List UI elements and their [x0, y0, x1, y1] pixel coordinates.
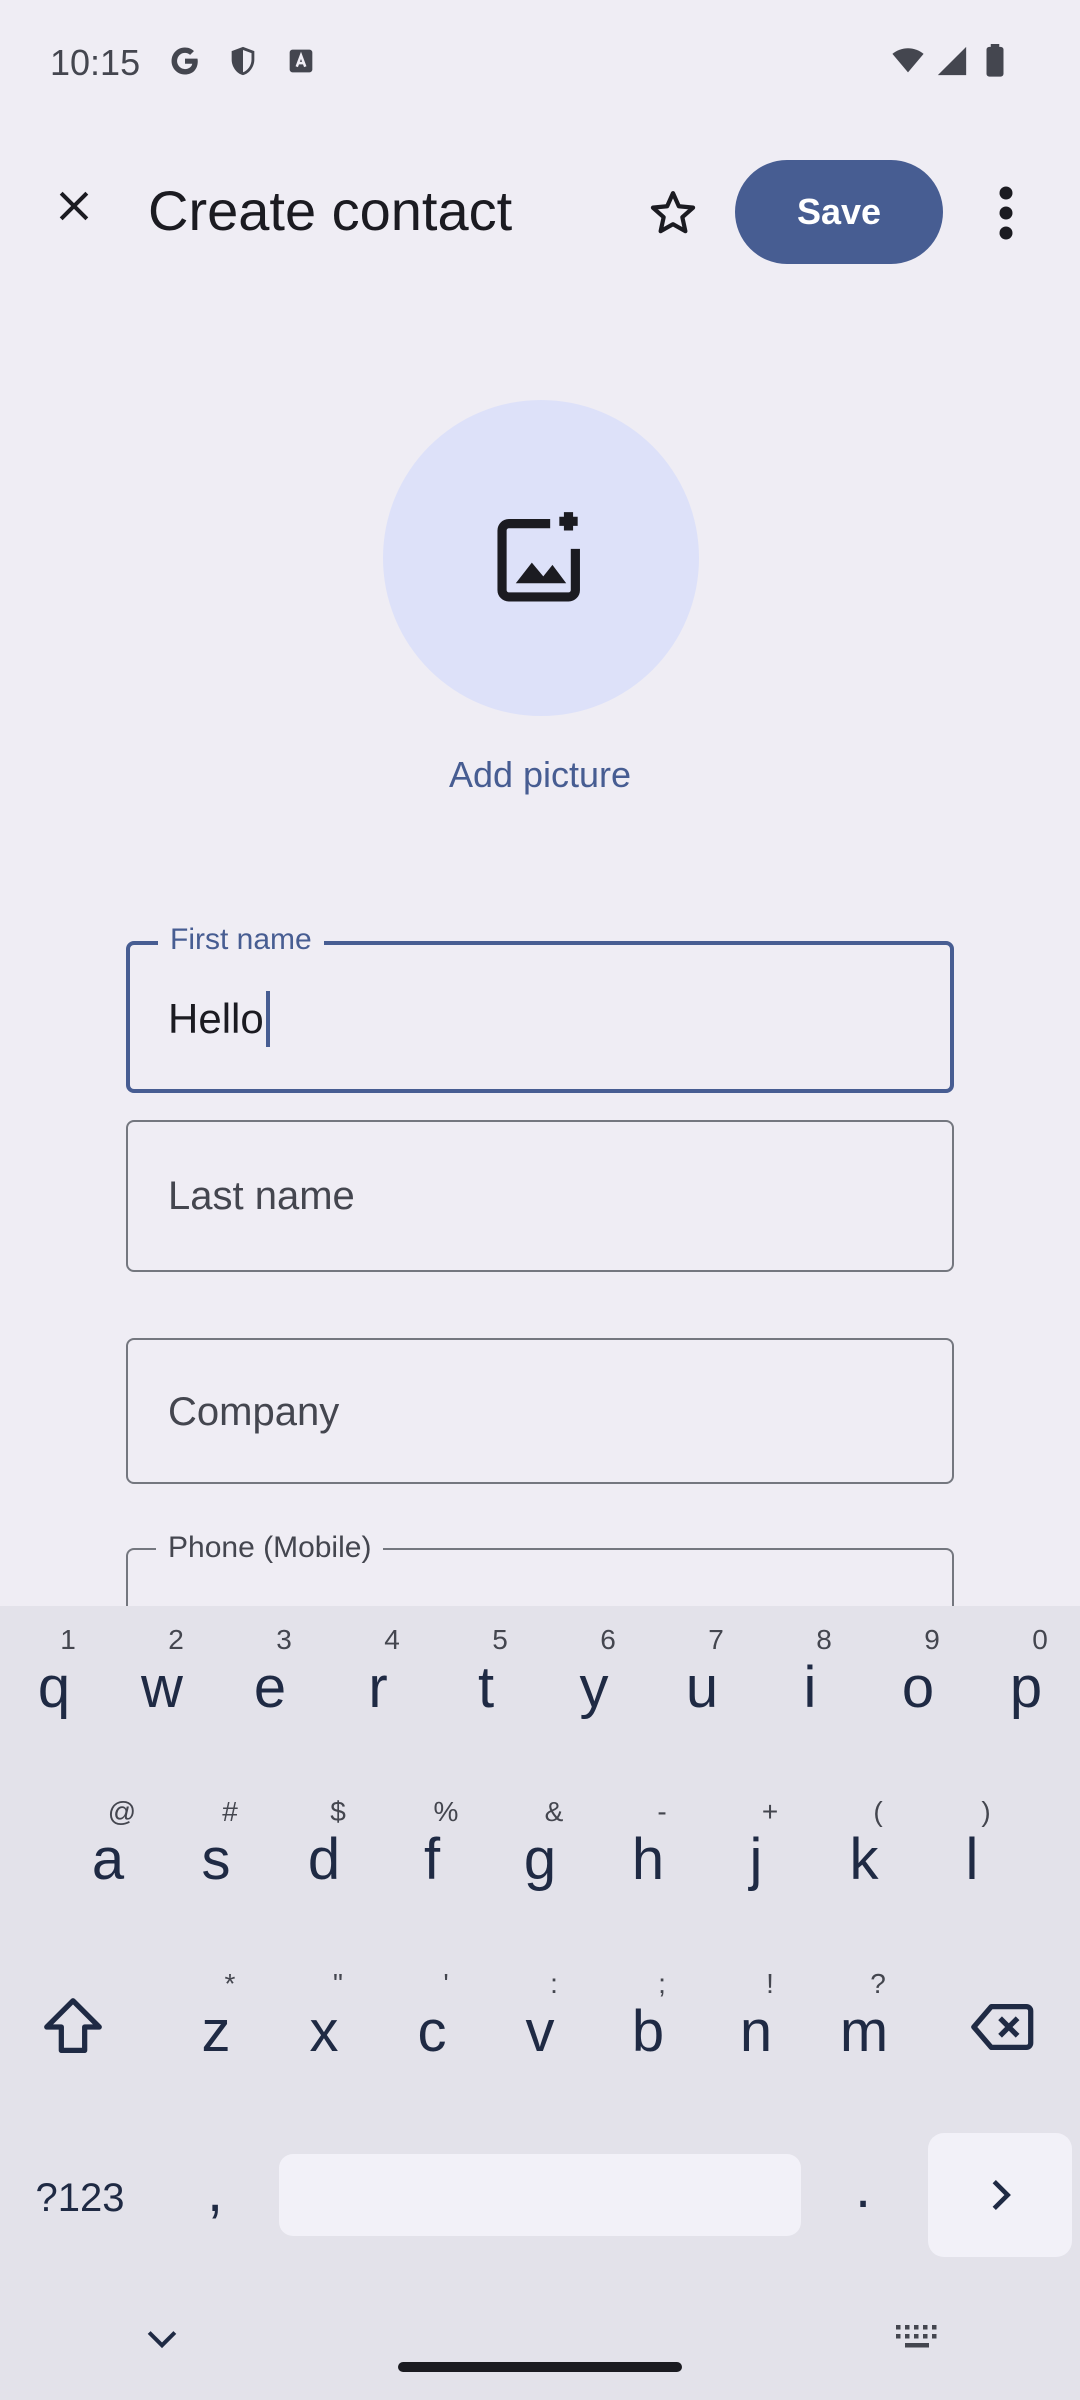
symbols-key[interactable]: ?123	[20, 2176, 140, 2221]
backspace-key[interactable]	[968, 1992, 1038, 2067]
key-label: j	[749, 1827, 763, 1892]
more-vert-icon	[999, 186, 1013, 240]
key-label: n	[739, 1999, 773, 2064]
key-hint: ;	[658, 1968, 666, 1999]
keyboard-icon	[896, 2325, 937, 2348]
company-field[interactable]: Company	[126, 1338, 954, 1484]
key-x[interactable]: " x	[270, 1606, 378, 2064]
shield-icon	[231, 46, 255, 76]
google-icon	[171, 47, 198, 75]
key-label: m	[839, 1999, 889, 2064]
battery-icon	[986, 44, 1004, 77]
comma-key[interactable]: ,	[190, 2158, 240, 2225]
shift-key[interactable]	[38, 1992, 108, 2067]
more-options-button[interactable]	[984, 180, 1028, 246]
key-hint: %	[433, 1796, 459, 1827]
chevron-down-icon	[147, 2331, 177, 2349]
close-icon	[59, 191, 89, 221]
space-key[interactable]	[279, 2154, 801, 2236]
key-hint: "	[333, 1968, 343, 1999]
add-photo-icon	[497, 512, 580, 602]
phone-label: Phone (Mobile)	[156, 1531, 384, 1565]
key-hint: (	[873, 1796, 883, 1827]
shift-icon	[44, 1998, 102, 2053]
first-name-value: Hello	[168, 990, 270, 1047]
key-hint: #	[222, 1796, 238, 1827]
key-z[interactable]: * z	[162, 1606, 270, 2064]
close-button[interactable]	[44, 176, 104, 236]
key-m[interactable]: ? m	[810, 1606, 918, 2064]
key-hint: $	[330, 1796, 346, 1827]
key-b[interactable]: ; b	[594, 1606, 702, 2064]
avatar-add-picture[interactable]	[383, 400, 699, 716]
first-name-label: First name	[158, 923, 324, 957]
last-name-field[interactable]: Last name	[126, 1120, 954, 1272]
key-v[interactable]: :v	[486, 1606, 594, 2064]
key-label: l	[965, 1827, 979, 1892]
key-label: x	[309, 1999, 339, 2064]
star-icon	[650, 191, 696, 234]
key-label: s	[201, 1827, 231, 1892]
key-label: v	[525, 1999, 555, 2064]
status-time: 10:15	[50, 42, 141, 83]
phone-field[interactable]: Phone (Mobile)	[126, 1531, 954, 1608]
keyboard: 1 q 2 w 3 e 4 r 5 t 6 y 7 u 8 i 9 o 0 p @ a # s $ d% f & g - h + j(k) l * z…	[0, 1606, 1080, 2400]
key-label: k	[849, 1827, 879, 1892]
key-label: b	[631, 1999, 665, 2064]
key-a[interactable]: @ a	[54, 1606, 162, 1892]
gesture-handle[interactable]	[398, 2362, 682, 2372]
last-name-placeholder: Last name	[168, 1174, 355, 1218]
text-a-icon	[289, 49, 313, 73]
wifi-icon	[892, 48, 924, 73]
key-label: f	[423, 1827, 441, 1892]
key-hint: :	[550, 1968, 558, 1999]
backspace-icon	[971, 2003, 1034, 2051]
key-hint: +	[761, 1796, 779, 1827]
key-hint: '	[443, 1968, 449, 1999]
key-c[interactable]: ' c	[378, 1606, 486, 2064]
key-label: z	[201, 1999, 231, 2064]
save-button[interactable]: Save	[735, 160, 943, 264]
key-label: d	[307, 1827, 341, 1892]
signal-icon	[937, 46, 967, 76]
key-label: c	[417, 1999, 447, 2064]
key-hint: !	[766, 1968, 774, 1999]
key-l[interactable]: ) l	[918, 1606, 1026, 1892]
chevron-right-icon	[992, 2179, 1011, 2211]
first-name-field[interactable]: First name Hello	[126, 923, 954, 1093]
period-key[interactable]: .	[838, 2154, 888, 2221]
key-hint: &	[544, 1796, 564, 1827]
company-placeholder: Company	[168, 1390, 340, 1434]
key-hint: @	[107, 1796, 137, 1827]
key-hint: )	[981, 1796, 991, 1827]
key-n[interactable]: ! n	[702, 1606, 810, 2064]
key-hint: ?	[870, 1968, 886, 1999]
favorite-button[interactable]	[638, 180, 708, 246]
add-picture-link[interactable]: Add picture	[0, 754, 1080, 796]
key-label: g	[523, 1827, 557, 1892]
hide-keyboard-button[interactable]	[140, 2316, 184, 2365]
keyboard-switch-button[interactable]	[893, 2322, 941, 2357]
key-hint: -	[657, 1796, 667, 1827]
key-label: a	[91, 1827, 125, 1892]
key-hint: *	[224, 1968, 236, 1999]
text-caret	[265, 990, 270, 1047]
next-key[interactable]	[928, 2133, 1072, 2257]
page-title: Create contact	[148, 179, 513, 242]
key-label: h	[631, 1827, 665, 1892]
